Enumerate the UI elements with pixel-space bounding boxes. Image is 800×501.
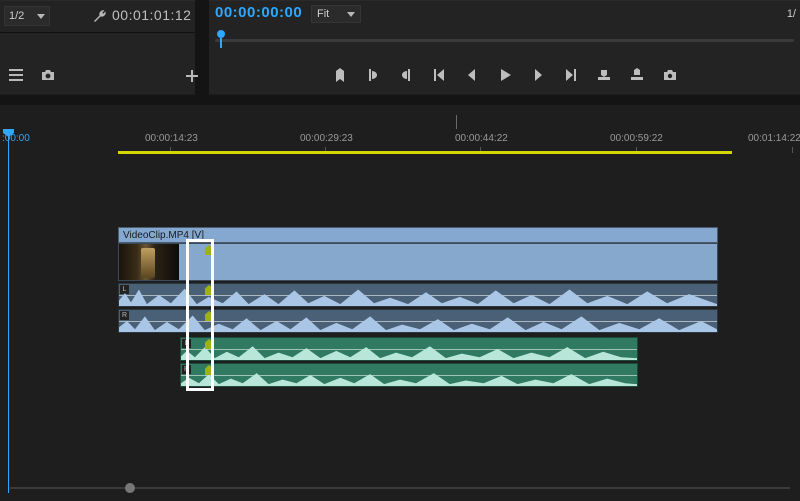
program-scrub-row [209, 28, 800, 56]
add-marker-button[interactable] [329, 64, 351, 86]
add-button-icon[interactable] [184, 68, 200, 84]
mark-out-button[interactable] [395, 64, 417, 86]
program-playhead-icon[interactable] [215, 30, 227, 50]
camera-icon[interactable] [40, 67, 56, 83]
source-scrub-row [0, 32, 195, 56]
time-ruler[interactable]: :00:00 00:00:14:23 00:00:29:23 00:00:44:… [0, 129, 800, 157]
wrench-icon[interactable] [92, 8, 108, 24]
work-area-bar[interactable] [118, 151, 732, 154]
go-to-in-button[interactable] [428, 64, 450, 86]
program-pages-value: 1/ [787, 8, 796, 20]
export-frame-button[interactable] [659, 64, 681, 86]
timeline-panel: :00:00 00:00:14:23 00:00:29:23 00:00:44:… [0, 105, 800, 501]
ruler-label: 00:00:14:23 [145, 133, 198, 144]
lift-button[interactable] [593, 64, 615, 86]
transport-controls [209, 56, 800, 94]
waveform-icon [181, 338, 637, 360]
zoom-thumb[interactable] [122, 483, 138, 493]
ruler-label: 00:00:29:23 [300, 133, 353, 144]
step-back-button[interactable] [461, 64, 483, 86]
source-buttons-row [0, 56, 195, 94]
panel-divider-horizontal[interactable] [0, 95, 800, 105]
play-button[interactable] [494, 64, 516, 86]
step-forward-button[interactable] [527, 64, 549, 86]
extract-button[interactable] [626, 64, 648, 86]
program-fit-dropdown[interactable]: Fit [311, 5, 361, 23]
audio-clip-2-right[interactable]: R [180, 363, 638, 387]
program-timecode[interactable]: 00:00:00:00 [215, 4, 302, 21]
chevron-down-icon [37, 14, 45, 19]
tracks-area[interactable]: VideoClip.MP4 [V] L R L [0, 167, 800, 487]
timeline-zoom-scrollbar[interactable] [10, 483, 790, 493]
program-scrub-track[interactable] [215, 39, 794, 42]
source-zoom-value: 1/2 [9, 10, 24, 22]
video-clip-thumbnail [119, 244, 179, 281]
source-monitor-bar: 1/2 00:01:01:12 [0, 0, 195, 32]
ruler-label: 00:00:44:22 [455, 133, 508, 144]
marker-list-icon[interactable] [8, 67, 24, 83]
ruler-label: 00:01:14:22 [748, 133, 800, 144]
ruler-label: 00:00:59:22 [610, 133, 663, 144]
source-zoom-dropdown[interactable]: 1/2 [4, 6, 50, 26]
chevron-down-icon [347, 12, 355, 17]
top-toolbar: 1/2 00:01:01:12 00:00:00:00 Fit 1/ [0, 0, 800, 95]
program-fit-value: Fit [317, 8, 329, 20]
go-to-out-button[interactable] [560, 64, 582, 86]
mark-in-button[interactable] [362, 64, 384, 86]
audio-clip-2-left[interactable]: L [180, 337, 638, 361]
program-monitor-bar: 00:00:00:00 Fit 1/ [209, 0, 800, 28]
source-timecode[interactable]: 00:01:01:12 [112, 7, 191, 23]
video-clip-title[interactable]: VideoClip.MP4 [V] [118, 227, 718, 243]
waveform-icon [181, 364, 637, 386]
program-pages-display[interactable]: 1/ [780, 5, 796, 23]
